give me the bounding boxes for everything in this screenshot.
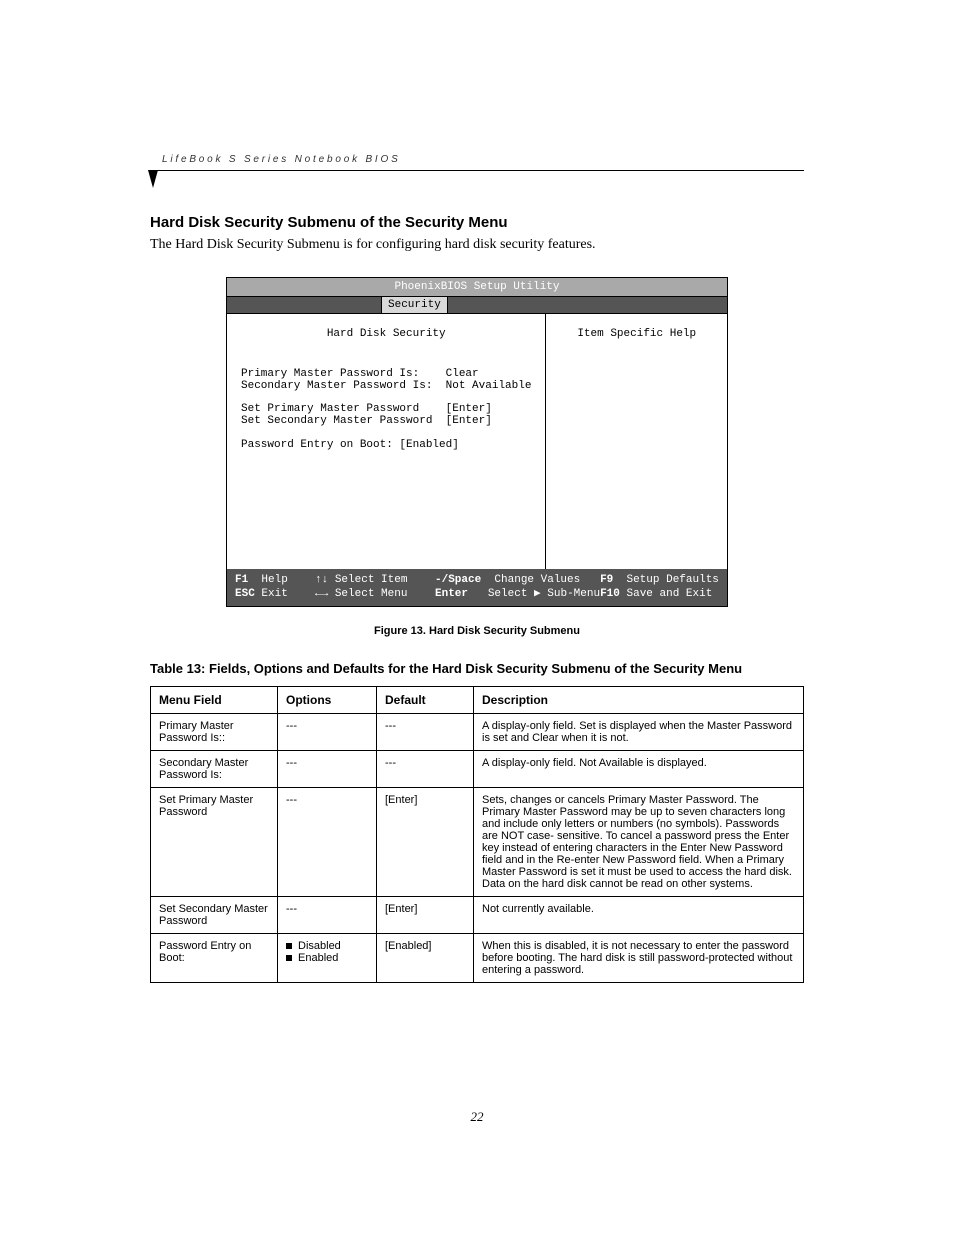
bios-left-panel: Hard Disk Security Primary Master Passwo… <box>227 314 546 569</box>
label-select-menu: Select Menu <box>335 588 408 600</box>
bios-help-panel: Item Specific Help <box>546 314 727 569</box>
key-leftright: ←→ <box>315 588 328 600</box>
table-row: Set Primary Master Password --- [Enter] … <box>151 787 804 896</box>
running-head: LifeBook S Series Notebook BIOS <box>160 154 403 165</box>
th-options: Options <box>278 686 377 713</box>
bios-footer-row: ESC Exit ←→ Select Menu Enter Select ▶ S… <box>235 587 719 601</box>
cell-field: Password Entry on Boot: <box>151 933 278 982</box>
table-row: Primary Master Password Is:: --- --- A d… <box>151 713 804 750</box>
cell-default: [Enter] <box>377 787 474 896</box>
page-number: 22 <box>0 1109 954 1125</box>
label-change-values: Change Values <box>494 574 580 586</box>
label-select-item: Select Item <box>335 574 408 586</box>
key-f1: F1 <box>235 574 248 586</box>
cell-desc: Sets, changes or cancels Primary Master … <box>474 787 804 896</box>
table-row: Password Entry on Boot: Disabled Enabled… <box>151 933 804 982</box>
key-enter: Enter <box>435 588 468 600</box>
cell-default: [Enabled] <box>377 933 474 982</box>
th-description: Description <box>474 686 804 713</box>
th-menu-field: Menu Field <box>151 686 278 713</box>
section-intro: The Hard Disk Security Submenu is for co… <box>150 237 804 253</box>
cell-desc: When this is disabled, it is not necessa… <box>474 933 804 982</box>
header-arrow-icon <box>148 170 162 190</box>
bios-footer-row: F1 Help ↑↓ Select Item -/Space Change Va… <box>235 573 719 587</box>
th-default: Default <box>377 686 474 713</box>
bios-tab-row: Security <box>227 297 727 314</box>
key-f10: F10 <box>600 588 620 600</box>
label-save-exit: Save and Exit <box>627 588 713 600</box>
bios-line: Set Secondary Master Password [Enter] <box>241 415 531 427</box>
bios-line: Primary Master Password Is: Clear <box>241 368 531 380</box>
cell-field: Secondary Master Password Is: <box>151 750 278 787</box>
section-title: Hard Disk Security Submenu of the Securi… <box>150 214 804 231</box>
cell-field: Set Primary Master Password <box>151 787 278 896</box>
label-setup-defaults: Setup Defaults <box>626 574 718 586</box>
label-select-sub: Select ▶ Sub-Menu <box>488 588 600 600</box>
table-title: Table 13: Fields, Options and Defaults f… <box>150 661 804 676</box>
header-rule: LifeBook S Series Notebook BIOS <box>150 170 804 189</box>
key-f9: F9 <box>600 574 613 586</box>
cell-desc: Not currently available. <box>474 896 804 933</box>
label-help: Help <box>261 574 287 586</box>
bios-panel-title: Hard Disk Security <box>241 324 531 354</box>
bios-line: Password Entry on Boot: [Enabled] <box>241 439 531 451</box>
option-item: Enabled <box>298 952 338 964</box>
cell-default: --- <box>377 750 474 787</box>
bios-screenshot: PhoenixBIOS Setup Utility Security Hard … <box>226 277 728 607</box>
cell-field: Set Secondary Master Password <box>151 896 278 933</box>
cell-options: --- <box>278 896 377 933</box>
label-exit: Exit <box>261 588 287 600</box>
fields-table: Menu Field Options Default Description P… <box>150 686 804 983</box>
table-header-row: Menu Field Options Default Description <box>151 686 804 713</box>
figure-caption: Figure 13. Hard Disk Security Submenu <box>150 625 804 637</box>
cell-field: Primary Master Password Is:: <box>151 713 278 750</box>
bullet-icon <box>286 955 292 961</box>
key-esc: ESC <box>235 588 255 600</box>
key-minus-space: -/Space <box>435 574 481 586</box>
bios-title: PhoenixBIOS Setup Utility <box>227 278 727 297</box>
cell-options: Disabled Enabled <box>278 933 377 982</box>
table-row: Set Secondary Master Password --- [Enter… <box>151 896 804 933</box>
bios-footer: F1 Help ↑↓ Select Item -/Space Change Va… <box>227 569 727 606</box>
document-page: LifeBook S Series Notebook BIOS Hard Dis… <box>0 0 954 1235</box>
option-item: Disabled <box>298 940 341 952</box>
cell-desc: A display-only field. Not Available is d… <box>474 750 804 787</box>
bios-help-title: Item Specific Help <box>554 324 719 354</box>
bios-line: Set Primary Master Password [Enter] <box>241 403 531 415</box>
bios-line: Secondary Master Password Is: Not Availa… <box>241 380 531 392</box>
bullet-icon <box>286 943 292 949</box>
cell-default: --- <box>377 713 474 750</box>
cell-options: --- <box>278 713 377 750</box>
cell-options: --- <box>278 750 377 787</box>
table-row: Secondary Master Password Is: --- --- A … <box>151 750 804 787</box>
cell-default: [Enter] <box>377 896 474 933</box>
key-updown: ↑↓ <box>315 574 328 586</box>
cell-desc: A display-only field. Set is displayed w… <box>474 713 804 750</box>
bios-body: Hard Disk Security Primary Master Passwo… <box>227 314 727 569</box>
cell-options: --- <box>278 787 377 896</box>
bios-tab-security: Security <box>381 297 448 313</box>
